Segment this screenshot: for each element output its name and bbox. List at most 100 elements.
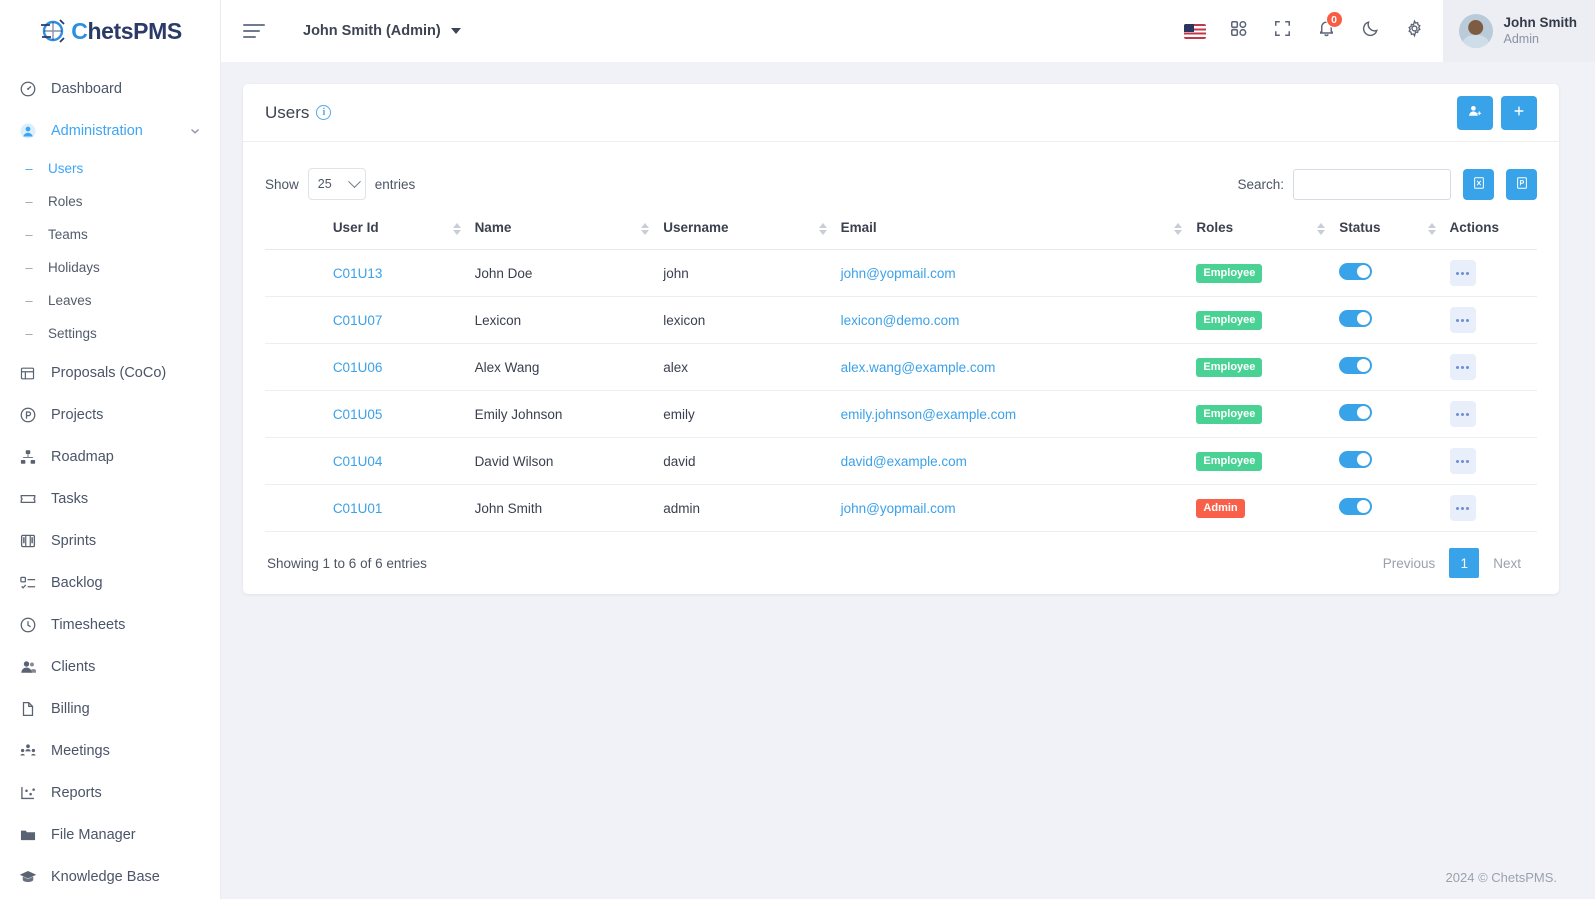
brand-rest: hetsPMS bbox=[87, 17, 182, 44]
ellipsis-dot bbox=[1466, 412, 1470, 416]
sidebar-item-roadmap[interactable]: Roadmap bbox=[0, 436, 220, 478]
sidebar-subitem-holidays[interactable]: – Holidays bbox=[0, 251, 220, 284]
email-link[interactable]: lexicon@demo.com bbox=[841, 313, 960, 328]
ellipsis-dot bbox=[1461, 318, 1465, 322]
notifications-button[interactable]: 0 bbox=[1305, 0, 1349, 62]
status-toggle[interactable] bbox=[1339, 310, 1373, 327]
status-toggle[interactable] bbox=[1339, 404, 1373, 421]
sidebar-item-timesheets[interactable]: Timesheets bbox=[0, 604, 220, 646]
sidebar-subitem-teams[interactable]: – Teams bbox=[0, 218, 220, 251]
sidebar-item-tasks[interactable]: Tasks bbox=[0, 478, 220, 520]
sidebar-subitem-roles[interactable]: – Roles bbox=[0, 185, 220, 218]
row-actions-button[interactable] bbox=[1449, 495, 1476, 521]
clients-icon bbox=[18, 658, 37, 677]
cell-actions bbox=[1449, 249, 1537, 297]
sidebar-item-file-manager[interactable]: File Manager bbox=[0, 814, 220, 856]
dark-mode-button[interactable] bbox=[1349, 0, 1393, 62]
row-actions-button[interactable] bbox=[1449, 354, 1476, 380]
sidebar-subitem-settings[interactable]: – Settings bbox=[0, 317, 220, 350]
row-actions-button[interactable] bbox=[1449, 448, 1476, 474]
email-link[interactable]: alex.wang@example.com bbox=[841, 360, 996, 375]
email-link[interactable]: david@example.com bbox=[841, 454, 967, 469]
fullscreen-button[interactable] bbox=[1261, 0, 1305, 62]
sidebar-item-label: Reports bbox=[51, 785, 102, 801]
sidebar-item-projects[interactable]: Projects bbox=[0, 394, 220, 436]
cell-actions bbox=[1449, 484, 1537, 532]
sidebar-item-sprints[interactable]: Sprints bbox=[0, 520, 220, 562]
column-roles[interactable]: Roles bbox=[1196, 208, 1340, 250]
column-name[interactable]: Name bbox=[474, 208, 664, 250]
column-email[interactable]: Email bbox=[840, 208, 1197, 250]
project-selector[interactable]: John Smith (Admin) bbox=[303, 23, 461, 39]
column-user-id[interactable]: User Id bbox=[332, 208, 475, 250]
language-button[interactable] bbox=[1173, 0, 1217, 62]
dash-icon: – bbox=[25, 260, 33, 275]
status-toggle[interactable] bbox=[1339, 498, 1373, 515]
sidebar-subitem-leaves[interactable]: – Leaves bbox=[0, 284, 220, 317]
user-id-link[interactable]: C01U05 bbox=[333, 407, 383, 422]
ellipsis-dot bbox=[1466, 506, 1470, 510]
ellipsis-dot bbox=[1466, 459, 1470, 463]
pdf-export-button[interactable] bbox=[1506, 168, 1537, 200]
sidebar-toggle-button[interactable] bbox=[243, 24, 265, 38]
sidebar-item-proposals[interactable]: Proposals (CoCo) bbox=[0, 352, 220, 394]
sidebar-item-knowledge-base[interactable]: Knowledge Base bbox=[0, 856, 220, 898]
column-label: Actions bbox=[1449, 220, 1500, 235]
brand-logo-area[interactable]: ChetsPMS bbox=[0, 0, 220, 62]
fullscreen-icon bbox=[1273, 19, 1292, 43]
cell-user-id: C01U06 bbox=[332, 343, 475, 391]
sidebar-item-billing[interactable]: Billing bbox=[0, 688, 220, 730]
user-id-link[interactable]: C01U04 bbox=[333, 454, 383, 469]
ellipsis-dot bbox=[1456, 459, 1460, 463]
cell-role: Employee bbox=[1196, 437, 1340, 485]
add-button[interactable] bbox=[1501, 95, 1537, 130]
sidebar-subitem-users[interactable]: – Users bbox=[0, 152, 220, 185]
sidebar-item-administration[interactable]: Administration bbox=[0, 110, 220, 152]
table-row: C01U07 Lexicon lexicon lexicon@demo.com Empl… bbox=[265, 296, 1537, 344]
flag-canton bbox=[1183, 23, 1194, 32]
status-toggle[interactable] bbox=[1339, 451, 1373, 468]
row-actions-button[interactable] bbox=[1449, 401, 1476, 427]
row-actions-button[interactable] bbox=[1449, 260, 1476, 286]
user-id-link[interactable]: C01U07 bbox=[333, 313, 383, 328]
ellipsis-dot bbox=[1456, 365, 1460, 369]
user-id-link[interactable]: C01U01 bbox=[333, 501, 383, 516]
add-user-button[interactable] bbox=[1457, 95, 1493, 130]
sort-icon bbox=[452, 222, 461, 235]
cell-actions bbox=[1449, 437, 1537, 485]
email-link[interactable]: john@yopmail.com bbox=[841, 501, 956, 516]
page-size-select[interactable]: 25 bbox=[307, 168, 366, 200]
proposals-icon bbox=[18, 364, 37, 383]
column-status[interactable]: Status bbox=[1339, 208, 1450, 250]
user-id-link[interactable]: C01U06 bbox=[333, 360, 383, 375]
email-link[interactable]: john@yopmail.com bbox=[841, 266, 956, 281]
ellipsis-dot bbox=[1461, 271, 1465, 275]
search-input[interactable] bbox=[1293, 168, 1451, 200]
status-toggle[interactable] bbox=[1339, 357, 1373, 374]
user-id-link[interactable]: C01U13 bbox=[333, 266, 383, 281]
excel-export-button[interactable] bbox=[1463, 168, 1494, 200]
sidebar-item-label: Meetings bbox=[51, 743, 110, 759]
table-footer: Showing 1 to 6 of 6 entries Previous 1 N… bbox=[265, 532, 1537, 594]
status-toggle[interactable] bbox=[1339, 263, 1373, 280]
pagination-next[interactable]: Next bbox=[1479, 548, 1535, 578]
table-row: C01U06 Alex Wang alex alex.wang@example.com… bbox=[265, 343, 1537, 391]
profile-menu[interactable]: John Smith Admin bbox=[1442, 0, 1595, 62]
email-link[interactable]: emily.johnson@example.com bbox=[841, 407, 1017, 422]
sidebar-item-clients[interactable]: Clients bbox=[0, 646, 220, 688]
sidebar-item-backlog[interactable]: Backlog bbox=[0, 562, 220, 604]
sidebar-item-reports[interactable]: Reports bbox=[0, 772, 220, 814]
pagination-previous[interactable]: Previous bbox=[1369, 548, 1450, 578]
pagination-page-1[interactable]: 1 bbox=[1449, 548, 1480, 578]
table-row: C01U05 Emily Johnson emily emily.johnson@ex… bbox=[265, 390, 1537, 438]
row-actions-button[interactable] bbox=[1449, 307, 1476, 333]
sidebar-item-meetings[interactable]: Meetings bbox=[0, 730, 220, 772]
column-username[interactable]: Username bbox=[663, 208, 841, 250]
cell-role: Employee bbox=[1196, 249, 1340, 297]
apps-button[interactable] bbox=[1217, 0, 1261, 62]
dash-icon: – bbox=[25, 161, 33, 176]
info-icon[interactable]: i bbox=[316, 105, 332, 120]
settings-button[interactable] bbox=[1393, 0, 1437, 62]
sidebar-item-dashboard[interactable]: Dashboard bbox=[0, 68, 220, 110]
status-badge: Employee bbox=[1196, 357, 1263, 377]
